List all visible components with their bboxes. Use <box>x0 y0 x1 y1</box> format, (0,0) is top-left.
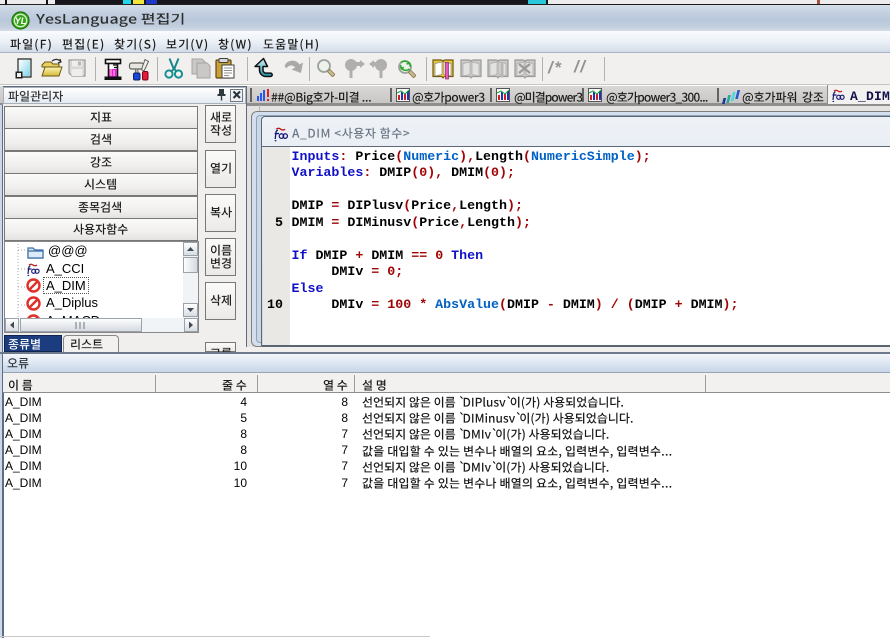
svg-text:YL: YL <box>15 16 27 26</box>
